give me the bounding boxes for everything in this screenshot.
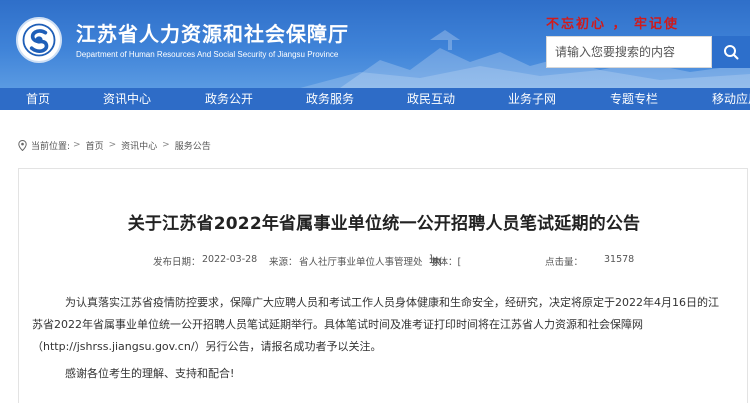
breadcrumb-service-notices-link[interactable]: 服务公告: [175, 139, 211, 152]
article-paragraph-line: （http://jshrss.jiangsu.gov.cn/）另行公告，请报名成…: [32, 340, 382, 353]
breadcrumb-prefix: 当前位置:: [31, 141, 71, 152]
search-input[interactable]: [546, 36, 712, 68]
nav-item-home[interactable]: 首页: [26, 88, 50, 110]
source-label: 来源：: [269, 257, 298, 268]
font-size-close-bracket: ]: [429, 254, 433, 265]
nav-item-government-services[interactable]: 政务服务: [306, 88, 354, 110]
breadcrumb-separator: >: [162, 140, 170, 150]
nav-item-government-affairs-disclosure[interactable]: 政务公开: [205, 88, 253, 110]
nav-item-business-subsites[interactable]: 业务子网: [508, 88, 556, 110]
site-logo[interactable]: [16, 17, 62, 63]
article-paragraph-line: 苏省2022年省属事业单位统一公开招聘人员笔试延期举行。具体笔试时间及准考证打印…: [32, 318, 643, 331]
publish-date: 2022-03-28: [202, 254, 258, 265]
article-title: 关于江苏省2022年省属事业单位统一公开招聘人员笔试延期的公告: [127, 214, 641, 234]
breadcrumb-home-link[interactable]: 首页: [86, 139, 104, 152]
nav-item-public-interaction[interactable]: 政民互动: [407, 88, 455, 110]
click-count-label: 点击量：: [545, 257, 584, 268]
article-card: 关于江苏省2022年省属事业单位统一公开招聘人员笔试延期的公告 发布日期： 20…: [18, 168, 748, 403]
nav-item-news-center[interactable]: 资讯中心: [103, 88, 151, 110]
article-paragraph-thanks: 感谢各位考生的理解、支持和配合!: [65, 367, 235, 380]
breadcrumb: 当前位置: > 首页 > 资讯中心 > 服务公告: [18, 138, 211, 152]
breadcrumb-separator: >: [108, 140, 117, 150]
site-header: 江苏省人力资源和社会保障厅 Department of Human Resour…: [0, 0, 750, 88]
publish-date-label: 发布日期：: [153, 257, 201, 268]
article-paragraph-line: 为认真落实江苏省疫情防控要求，保障广大应聘人员和考试工作人员身体健康和生命安全，…: [65, 296, 719, 309]
search-icon: [724, 45, 739, 60]
nav-item-mobile-apps[interactable]: 移动应用: [712, 88, 750, 110]
search-button[interactable]: [712, 36, 750, 68]
main-nav: 首页 资讯中心 政务公开 政务服务 政民互动 业务子网 专题专栏 移动应用: [0, 88, 750, 110]
site-subtitle: Department of Human Resources And Social…: [76, 50, 339, 59]
breadcrumb-news-center-link[interactable]: 资讯中心: [121, 139, 157, 152]
logo-emblem-icon: [20, 21, 58, 59]
click-count: 31578: [604, 254, 635, 265]
source-value: 省人社厅事业单位人事管理处: [299, 257, 423, 268]
nav-item-special-topics[interactable]: 专题专栏: [610, 88, 658, 110]
location-pin-icon: [18, 139, 27, 151]
article-meta: 发布日期： 2022-03-28 来源： 省人社厅事业单位人事管理处 字体：[ …: [19, 254, 749, 268]
site-title: 江苏省人力资源和社会保障厅: [76, 22, 349, 46]
breadcrumb-separator: >: [73, 140, 81, 150]
slogan-text: 不忘初心 ， 牢记使: [546, 17, 680, 32]
